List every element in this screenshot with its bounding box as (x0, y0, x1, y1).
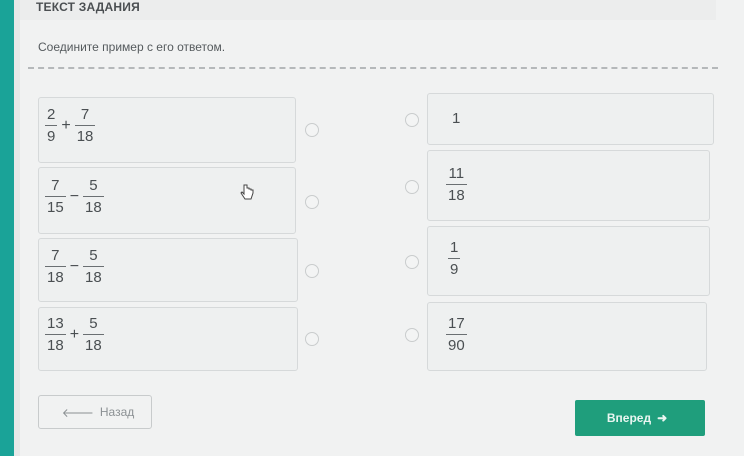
numerator: 1 (450, 239, 459, 256)
dashed-divider (28, 67, 718, 69)
numerator: 7 (51, 177, 60, 194)
denominator: 18 (446, 184, 467, 204)
operator: − (69, 187, 80, 205)
example-radio-4[interactable] (305, 332, 319, 346)
example-radio-3[interactable] (305, 264, 319, 278)
fraction: 11 18 (446, 165, 467, 204)
example-item-4[interactable]: 13 18 +5 18 (38, 307, 298, 371)
numerator: 13 (47, 315, 64, 332)
answer-radio-4[interactable] (405, 328, 419, 342)
task-card: ТЕКСТ ЗАДАНИЯ Соедините пример с его отв… (20, 0, 744, 456)
operator: + (69, 325, 80, 343)
numerator: 2 (47, 106, 56, 123)
denominator: 15 (45, 196, 66, 216)
denominator: 18 (74, 125, 96, 145)
hand-cursor-icon (240, 184, 254, 200)
back-button-label: Назад (99, 405, 135, 419)
denominator: 18 (45, 266, 66, 286)
answer-radio-2[interactable] (405, 180, 419, 194)
fraction: 7 18 (45, 247, 66, 286)
numerator: 11 (448, 165, 465, 182)
numerator: 5 (89, 247, 98, 264)
denominator: 18 (45, 334, 66, 354)
back-button[interactable]: 🡐 Назад (38, 395, 152, 429)
arrow-left-icon: 🡐 (61, 405, 94, 420)
task-header-title: ТЕКСТ ЗАДАНИЯ (36, 0, 140, 14)
next-button-label: Вперед (606, 411, 652, 425)
fraction: 5 18 (83, 247, 104, 286)
denominator: 18 (83, 334, 104, 354)
answer-radio-1[interactable] (405, 113, 419, 127)
example-item-1[interactable]: 2 9 +7 18 (38, 97, 296, 163)
operator: − (69, 257, 80, 275)
operator: + (61, 116, 71, 134)
answer-item-3[interactable]: 19 (427, 226, 710, 296)
example-radio-2[interactable] (305, 195, 319, 209)
fraction: 29 (45, 106, 58, 145)
fraction: 17 90 (446, 315, 467, 354)
numerator: 5 (89, 315, 98, 332)
left-accent-bar (0, 0, 14, 456)
answer-item-4[interactable]: 17 90 (427, 302, 707, 371)
denominator: 9 (45, 125, 58, 145)
task-header: ТЕКСТ ЗАДАНИЯ (20, 0, 716, 20)
answer-radio-3[interactable] (405, 255, 419, 269)
fraction: 5 18 (83, 315, 104, 354)
numerator: 17 (448, 315, 465, 332)
next-button[interactable]: Вперед ➜ (575, 400, 705, 436)
numerator: 7 (51, 247, 60, 264)
answer-value: 1 (452, 110, 461, 127)
answer-item-1[interactable]: 1 (427, 93, 714, 145)
fraction: 13 18 (45, 315, 66, 354)
denominator: 90 (446, 334, 467, 354)
numerator: 5 (89, 177, 98, 194)
denominator: 18 (83, 196, 104, 216)
fraction: 5 18 (83, 177, 104, 216)
arrow-right-icon: ➜ (657, 411, 668, 425)
example-item-3[interactable]: 7 18−5 18 (38, 238, 298, 302)
task-instruction: Соедините пример с его ответом. (38, 40, 226, 54)
example-item-2[interactable]: 7 15−5 18 (38, 167, 296, 234)
fraction: 7 15 (45, 177, 66, 216)
denominator: 18 (83, 266, 104, 286)
fraction: 19 (448, 239, 461, 278)
denominator: 9 (448, 258, 461, 278)
fraction: 7 18 (74, 106, 96, 145)
answer-item-2[interactable]: 11 18 (427, 150, 710, 221)
numerator: 7 (80, 106, 90, 123)
example-radio-1[interactable] (305, 123, 319, 137)
